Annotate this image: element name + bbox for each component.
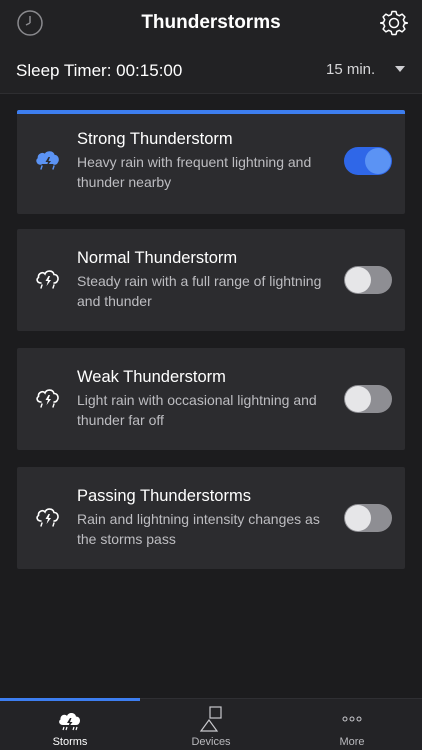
page-title: Thunderstorms	[141, 12, 281, 33]
storm-description: Rain and lightning intensity changes as …	[77, 511, 320, 547]
storm-toggle[interactable]	[344, 266, 392, 294]
toggle-knob	[365, 148, 391, 174]
gear-icon[interactable]	[380, 9, 408, 37]
storm-card[interactable]: Normal Thunderstorm Steady rain with a fu…	[17, 229, 405, 331]
storm-description: Heavy rain with frequent lightning and t…	[77, 154, 312, 190]
toggle-knob	[345, 505, 371, 531]
tab-label: More	[339, 736, 365, 748]
sleep-timer-value: 15 min.	[326, 61, 376, 78]
sleep-timer-label: Sleep Timer: 00:15:00	[16, 61, 183, 80]
devices-icon	[199, 706, 222, 732]
app-header: Thunderstorms	[0, 0, 422, 46]
toggle-knob	[345, 267, 371, 293]
storm-card[interactable]: Passing Thunderstorms Rain and lightning …	[17, 467, 405, 569]
storm-toggle[interactable]	[344, 147, 392, 175]
sleep-timer-bar: Sleep Timer: 00:15:00 15 min.	[0, 46, 422, 94]
storm-toggle[interactable]	[344, 504, 392, 532]
storm-card[interactable]: Strong Thunderstorm Heavy rain with frequ…	[17, 110, 405, 214]
tab-label: Devices	[191, 736, 231, 748]
tab-storms[interactable]: Storms	[0, 698, 140, 750]
storm-card[interactable]: Weak Thunderstorm Light rain with occasio…	[17, 348, 405, 450]
storm-toggle[interactable]	[344, 385, 392, 413]
chevron-down-icon	[395, 66, 405, 72]
tab-more[interactable]: More	[282, 699, 422, 750]
storm-cloud-icon	[36, 389, 59, 408]
storm-title: Normal Thunderstorm	[77, 249, 238, 267]
storm-description: Light rain with occasional lightning and…	[77, 392, 317, 428]
toggle-knob	[345, 386, 371, 412]
storm-cloud-icon	[36, 270, 59, 289]
tab-bar: Storms Devices More	[0, 698, 422, 750]
storm-title: Passing Thunderstorms	[77, 487, 251, 505]
storm-description: Steady rain with a full range of lightni…	[77, 273, 322, 309]
storm-title: Strong Thunderstorm	[77, 130, 233, 148]
storm-cloud-icon	[36, 508, 59, 527]
storm-cloud-icon	[59, 713, 80, 731]
more-dots-icon	[342, 716, 362, 722]
tab-label: Storms	[52, 736, 88, 748]
active-tab-indicator	[0, 698, 140, 701]
storm-title: Weak Thunderstorm	[77, 368, 226, 386]
sleep-timer-select[interactable]: 15 min.	[310, 56, 410, 84]
tab-devices[interactable]: Devices	[141, 699, 281, 750]
storm-cloud-heavy-icon	[36, 151, 59, 170]
